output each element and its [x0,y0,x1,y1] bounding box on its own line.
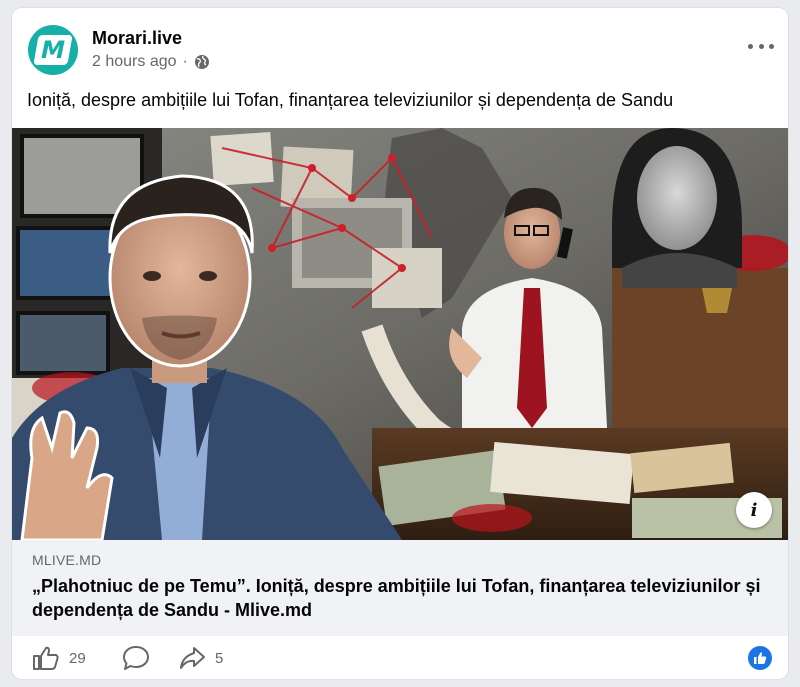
link-title[interactable]: „Plahotniuc de pe Temu”. Ioniță, despre … [32,574,772,622]
meta-separator: · [182,53,188,70]
post-actions-bar: 29 5 [12,636,788,679]
link-preview-image[interactable]: i [12,128,788,540]
info-icon[interactable]: i [736,492,772,528]
avatar-logo-letter: M [38,36,68,64]
page-avatar[interactable]: M [28,25,78,75]
post-meta: 2 hours ago · [92,53,210,71]
page-name-link[interactable]: Morari.live [92,28,182,49]
like-reaction-icon[interactable] [748,646,772,670]
share-button[interactable]: 5 [178,644,223,672]
like-button[interactable]: 29 [32,644,86,672]
globe-icon[interactable] [194,54,210,70]
preview-illustration [12,128,788,540]
share-icon [180,647,205,669]
comment-icon [123,646,149,670]
link-preview-box[interactable]: MLIVE.MD „Plahotniuc de pe Temu”. Ioniță… [12,540,788,636]
more-icon-dot [769,43,774,49]
info-icon-glyph: i [750,499,758,521]
post-text: Ioniță, despre ambițiile lui Tofan, fina… [27,90,674,110]
comment-button[interactable] [122,644,150,672]
link-domain: MLIVE.MD [32,552,102,568]
post-timestamp[interactable]: 2 hours ago [92,53,177,71]
more-options-button[interactable] [748,36,774,56]
share-count: 5 [215,649,224,667]
post-card: M Morari.live 2 hours ago · Ioniță, desp… [12,8,788,679]
like-count: 29 [69,649,86,667]
more-icon-dot [758,43,764,49]
more-icon-dot [748,43,753,49]
like-icon [33,646,59,670]
post-header: M Morari.live 2 hours ago · [12,8,788,88]
